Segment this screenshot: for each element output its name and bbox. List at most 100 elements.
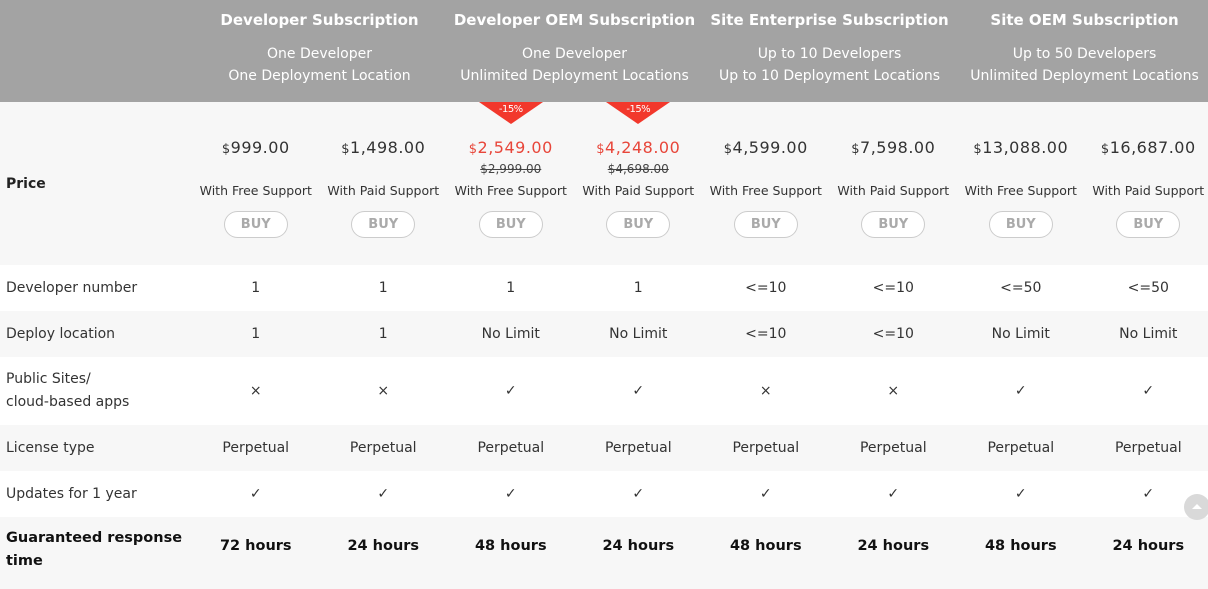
price-value: $1,498.00 (321, 138, 447, 158)
currency-symbol: $ (341, 142, 351, 157)
row-label: Public Sites/cloud-based apps (0, 357, 192, 425)
currency-symbol: $ (723, 142, 733, 157)
feature-row: Deploy location 1 1 No Limit No Limit <=10 <=1… (0, 311, 1208, 357)
check-icon: ✓ (249, 486, 262, 502)
feature-value: <=50 (1000, 280, 1042, 296)
feature-value: 48 hours (447, 517, 575, 589)
original-price: $4,698.00 (607, 162, 669, 176)
buy-button[interactable]: BUY (861, 211, 926, 238)
discount-badge: -15% (478, 102, 543, 124)
plan-subtitle-1: One Developer (522, 46, 627, 62)
price-cell: $16,687.00 With Paid Support BUY (1084, 102, 1208, 265)
plan-header-row: Developer Subscription One Developer One … (0, 0, 1208, 102)
price-cell: $13,088.00 With Free Support BUY (957, 102, 1085, 265)
check-icon: ✓ (632, 486, 645, 502)
feature-value: <=50 (1127, 280, 1169, 296)
support-type: With Free Support (964, 183, 1077, 198)
price-cell: $7,598.00 With Paid Support BUY (829, 102, 958, 265)
price-amount: 4,248.00 (605, 138, 681, 157)
feature-value: No Limit (1084, 311, 1208, 357)
feature-value: 48 hours (957, 517, 1085, 589)
price-amount: 4,599.00 (732, 138, 808, 157)
support-type: With Paid Support (837, 183, 950, 198)
feature-value: 1 (251, 280, 261, 296)
header-empty-cell (0, 0, 192, 102)
price-value: $13,088.00 (958, 138, 1084, 158)
check-icon: ✓ (504, 486, 517, 502)
plan-subtitle-2: Unlimited Deployment Locations (460, 68, 689, 84)
cross-icon: × (759, 382, 772, 399)
plan-title: Developer OEM Subscription (453, 11, 696, 29)
buy-button[interactable]: BUY (1116, 211, 1181, 238)
plan-title: Site Enterprise Subscription (710, 11, 949, 29)
feature-value: <=10 (702, 311, 830, 357)
plan-header-developer-oem: Developer OEM Subscription One Developer… (447, 0, 703, 102)
price-amount: 7,598.00 (860, 138, 936, 157)
feature-value: 1 (633, 280, 643, 296)
discount-label: -15% (626, 104, 651, 115)
buy-button[interactable]: BUY (606, 211, 671, 238)
buy-button[interactable]: BUY (733, 211, 798, 238)
feature-value: 1 (192, 311, 320, 357)
feature-row: License type Perpetual Perpetual Perpetual P… (0, 425, 1208, 471)
plan-header-site-oem: Site OEM Subscription Up to 50 Developer… (957, 0, 1208, 102)
plan-title: Developer Subscription (220, 11, 419, 29)
buy-button[interactable]: BUY (988, 211, 1053, 238)
price-cell: -15% $4,248.00 $4,698.00 With Paid Support B… (574, 102, 703, 265)
support-type: With Paid Support (1092, 183, 1205, 198)
support-type: With Paid Support (582, 183, 695, 198)
feature-value: Perpetual (829, 425, 958, 471)
feature-value: Perpetual (319, 425, 448, 471)
support-type: With Free Support (709, 183, 822, 198)
price-amount: 16,687.00 (1109, 138, 1196, 157)
pricing-table: Developer Subscription One Developer One … (0, 0, 1208, 589)
scroll-to-top-button[interactable] (1184, 494, 1208, 520)
price-cell: $999.00 With Free Support BUY (192, 102, 320, 265)
check-icon: ✓ (377, 486, 390, 502)
plan-title: Site OEM Subscription (990, 11, 1179, 29)
row-label: Guaranteed response time (0, 517, 192, 589)
feature-value: <=10 (829, 311, 958, 357)
row-label: Updates for 1 year (6, 486, 137, 502)
feature-value: Perpetual (1084, 425, 1208, 471)
currency-symbol: $ (973, 142, 983, 157)
buy-button[interactable]: BUY (478, 211, 543, 238)
check-icon: ✓ (887, 486, 900, 502)
feature-value: 24 hours (829, 517, 958, 589)
original-price: $2,999.00 (480, 162, 542, 176)
price-row: Price $999.00 With Free Support BUY $1,498.… (0, 102, 1208, 265)
row-label-line-1: Guaranteed response (6, 530, 183, 546)
cross-icon: × (377, 382, 390, 399)
price-value: $4,599.00 (703, 138, 829, 158)
price-amount: 13,088.00 (982, 138, 1069, 157)
feature-value: 1 (378, 280, 388, 296)
check-icon: ✓ (632, 382, 645, 399)
row-label-line-2: cloud-based apps (6, 394, 130, 410)
row-label: Deploy location (0, 311, 192, 357)
check-icon: ✓ (1014, 486, 1027, 502)
plan-subtitle-1: Up to 10 Developers (757, 46, 902, 62)
feature-value: No Limit (957, 311, 1085, 357)
price-value: $7,598.00 (831, 138, 957, 158)
check-icon: ✓ (1142, 382, 1155, 399)
row-label-line-1: Public Sites/ (6, 371, 91, 387)
buy-button[interactable]: BUY (351, 211, 416, 238)
currency-symbol: $ (851, 142, 861, 157)
row-label-line-2: time (6, 553, 43, 569)
feature-value: Perpetual (192, 425, 320, 471)
cross-icon: × (249, 382, 262, 399)
feature-value: <=10 (745, 280, 787, 296)
currency-symbol: $ (1100, 142, 1110, 157)
plan-header-site-enterprise: Site Enterprise Subscription Up to 10 De… (702, 0, 958, 102)
feature-row: Guaranteed response time 72 hours 24 hours 4… (0, 517, 1208, 589)
feature-value: 1 (319, 311, 448, 357)
discount-badge: -15% (606, 102, 671, 124)
plan-subtitle-2: Up to 10 Deployment Locations (719, 68, 940, 84)
feature-value: 24 hours (319, 517, 448, 589)
feature-row: Public Sites/cloud-based apps × × ✓ ✓ × × ✓ ✓ (0, 357, 1208, 425)
feature-value: 48 hours (702, 517, 830, 589)
row-label-price: Price (0, 102, 192, 265)
buy-button[interactable]: BUY (223, 211, 288, 238)
feature-value: No Limit (574, 311, 703, 357)
price-cell: $4,599.00 With Free Support BUY (702, 102, 830, 265)
